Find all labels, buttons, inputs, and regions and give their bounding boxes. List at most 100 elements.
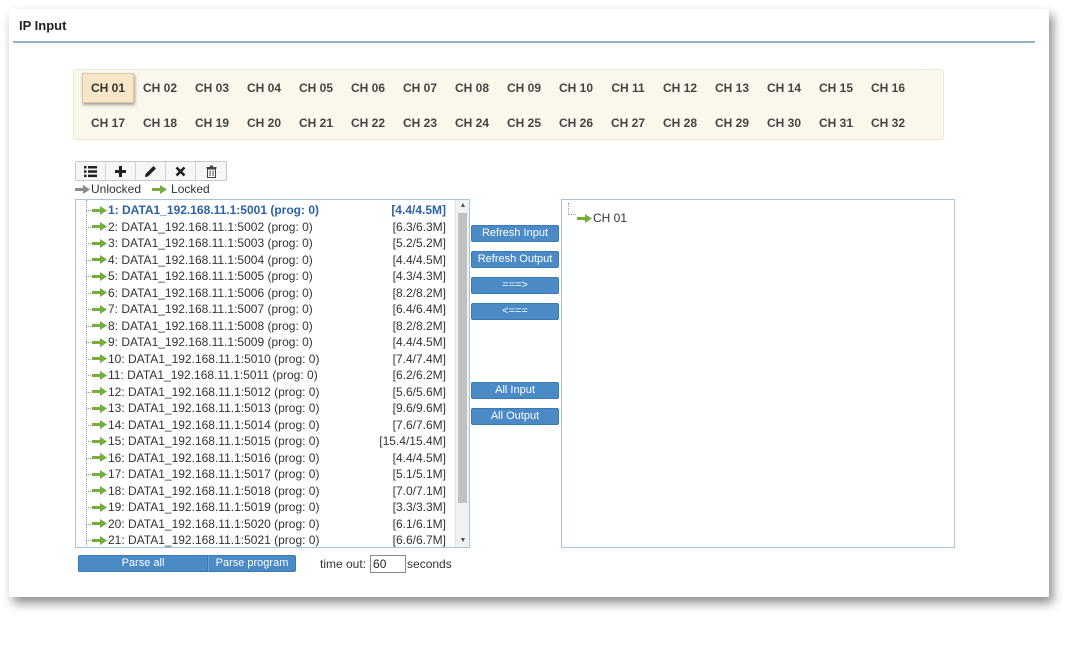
tab-ch-03[interactable]: CH 03 [186,73,238,103]
input-row[interactable]: 2: DATA1_192.168.11.1:5002 (prog: 0) [6.3… [76,219,453,236]
tab-ch-23[interactable]: CH 23 [394,108,446,138]
tab-ch-04[interactable]: CH 04 [238,73,290,103]
input-row[interactable]: 19: DATA1_192.168.11.1:5019 (prog: 0) [3.… [76,499,453,516]
tab-ch-31[interactable]: CH 31 [810,108,862,138]
input-row[interactable]: 5: DATA1_192.168.11.1:5005 (prog: 0) [4.3… [76,268,453,285]
input-list: 1: DATA1_192.168.11.1:5001 (prog: 0) [4.4… [76,202,453,548]
input-bitrate: [6.6/6.7M] [392,533,446,548]
input-row[interactable]: 17: DATA1_192.168.11.1:5017 (prog: 0) [5.… [76,466,453,483]
input-row[interactable]: 1: DATA1_192.168.11.1:5001 (prog: 0) [4.4… [76,202,453,219]
input-tree[interactable]: 1: DATA1_192.168.11.1:5001 (prog: 0) [4.4… [75,199,470,548]
tab-ch-13[interactable]: CH 13 [706,73,758,103]
tab-ch-16[interactable]: CH 16 [862,73,914,103]
add-button[interactable] [106,162,136,180]
locked-arrow-icon [92,486,107,495]
locked-arrow-icon [92,437,107,446]
tab-ch-21[interactable]: CH 21 [290,108,342,138]
locked-arrow-icon [92,503,107,512]
tab-ch-19[interactable]: CH 19 [186,108,238,138]
output-node[interactable]: CH 01 [577,211,627,225]
parse-program-button[interactable]: Parse program [208,555,296,572]
ip-input-panel: IP Input CH 01 CH 02 CH 03 CH 04 CH 05 CH 06 C… [9,9,1049,597]
tab-ch-15[interactable]: CH 15 [810,73,862,103]
input-bitrate: [7.6/7.6M] [392,417,446,432]
refresh-input-button[interactable]: Refresh Input [471,225,559,242]
input-bitrate: [5.1/5.1M] [392,467,446,482]
input-label: 15: DATA1_192.168.11.1:5015 (prog: 0) [108,434,320,449]
locked-arrow-icon [92,420,107,429]
locked-arrow-icon [92,239,107,248]
input-label: 20: DATA1_192.168.11.1:5020 (prog: 0) [108,516,320,531]
input-bitrate: [5.2/5.2M] [392,236,446,251]
tab-ch-18[interactable]: CH 18 [134,108,186,138]
tab-ch-02[interactable]: CH 02 [134,73,186,103]
tab-ch-01[interactable]: CH 01 [82,73,134,103]
input-row[interactable]: 9: DATA1_192.168.11.1:5009 (prog: 0) [4.4… [76,334,453,351]
tab-ch-30[interactable]: CH 30 [758,108,810,138]
edit-button[interactable] [136,162,166,180]
tab-ch-29[interactable]: CH 29 [706,108,758,138]
tab-ch-14[interactable]: CH 14 [758,73,810,103]
input-row[interactable]: 12: DATA1_192.168.11.1:5012 (prog: 0) [5.… [76,384,453,401]
tab-ch-28[interactable]: CH 28 [654,108,706,138]
tab-ch-27[interactable]: CH 27 [602,108,654,138]
timeout-input[interactable] [370,555,407,573]
input-row[interactable]: 21: DATA1_192.168.11.1:5021 (prog: 0) [6.… [76,532,453,548]
locked-arrow-icon [92,470,107,479]
input-label: 8: DATA1_192.168.11.1:5008 (prog: 0) [108,318,313,333]
all-output-button[interactable]: All Output [471,408,559,425]
tab-ch-09[interactable]: CH 09 [498,73,550,103]
tab-ch-17[interactable]: CH 17 [82,108,134,138]
delete-button[interactable] [196,162,226,180]
timeout-label: time out: [320,557,367,571]
input-row[interactable]: 15: DATA1_192.168.11.1:5015 (prog: 0) [15… [76,433,453,450]
parse-all-button[interactable]: Parse all [78,555,208,572]
parse-buttons: Parse all Parse program [78,555,296,572]
input-row[interactable]: 14: DATA1_192.168.11.1:5014 (prog: 0) [7.… [76,417,453,434]
input-row[interactable]: 13: DATA1_192.168.11.1:5013 (prog: 0) [9.… [76,400,453,417]
tree-connector [568,203,576,215]
seconds-label: seconds [407,557,452,571]
input-bitrate: [4.4/4.5M] [392,335,446,350]
input-row[interactable]: 11: DATA1_192.168.11.1:5011 (prog: 0) [6.… [76,367,453,384]
scroll-thumb[interactable] [458,213,467,503]
input-row[interactable]: 3: DATA1_192.168.11.1:5003 (prog: 0) [5.2… [76,235,453,252]
input-row[interactable]: 8: DATA1_192.168.11.1:5008 (prog: 0) [8.2… [76,318,453,335]
tab-ch-08[interactable]: CH 08 [446,73,498,103]
trash-icon [206,165,216,178]
tab-ch-22[interactable]: CH 22 [342,108,394,138]
refresh-output-button[interactable]: Refresh Output [471,251,559,268]
output-tree[interactable]: CH 01 [561,199,955,548]
input-row[interactable]: 6: DATA1_192.168.11.1:5006 (prog: 0) [8.2… [76,285,453,302]
all-input-button[interactable]: All Input [471,382,559,399]
scroll-down-icon[interactable]: ▼ [456,535,469,547]
remove-button[interactable] [166,162,196,180]
move-left-button[interactable]: <=== [471,303,559,320]
input-row[interactable]: 10: DATA1_192.168.11.1:5010 (prog: 0) [7.… [76,351,453,368]
tab-ch-12[interactable]: CH 12 [654,73,706,103]
locked-arrow-icon [92,536,107,545]
move-right-button[interactable]: ===> [471,277,559,294]
input-row[interactable]: 16: DATA1_192.168.11.1:5016 (prog: 0) [4.… [76,450,453,467]
tab-ch-20[interactable]: CH 20 [238,108,290,138]
input-scrollbar[interactable]: ▲ ▼ [455,200,469,547]
input-row[interactable]: 18: DATA1_192.168.11.1:5018 (prog: 0) [7.… [76,483,453,500]
tab-ch-06[interactable]: CH 06 [342,73,394,103]
input-bitrate: [7.4/7.4M] [392,351,446,366]
tab-ch-11[interactable]: CH 11 [602,73,654,103]
list-button[interactable] [76,162,106,180]
channel-selector: CH 01 CH 02 CH 03 CH 04 CH 05 CH 06 CH 07 CH 08… [73,69,944,140]
input-row[interactable]: 4: DATA1_192.168.11.1:5004 (prog: 0) [4.4… [76,252,453,269]
input-row[interactable]: 20: DATA1_192.168.11.1:5020 (prog: 0) [6.… [76,516,453,533]
locked-arrow-icon [92,305,107,314]
tab-ch-10[interactable]: CH 10 [550,73,602,103]
tab-ch-26[interactable]: CH 26 [550,108,602,138]
tab-ch-32[interactable]: CH 32 [862,108,914,138]
scroll-up-icon[interactable]: ▲ [456,200,469,212]
input-row[interactable]: 7: DATA1_192.168.11.1:5007 (prog: 0) [6.4… [76,301,453,318]
tab-ch-24[interactable]: CH 24 [446,108,498,138]
tab-ch-25[interactable]: CH 25 [498,108,550,138]
tab-ch-05[interactable]: CH 05 [290,73,342,103]
input-label: 6: DATA1_192.168.11.1:5006 (prog: 0) [108,285,313,300]
tab-ch-07[interactable]: CH 07 [394,73,446,103]
